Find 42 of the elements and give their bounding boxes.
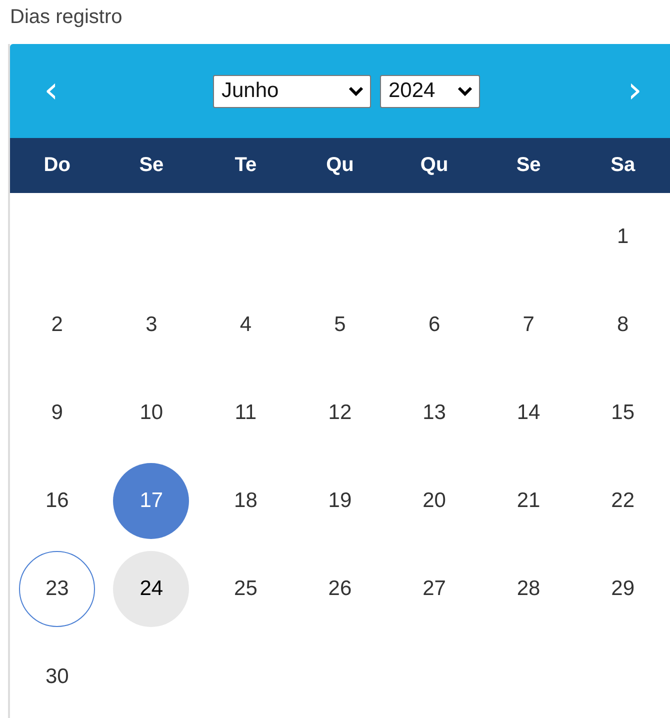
calendar-day[interactable]: 19 [302, 463, 378, 539]
calendar-day[interactable]: 20 [396, 463, 472, 539]
month-dropdown[interactable]: Junho [212, 74, 370, 108]
calendar-day[interactable]: 25 [208, 551, 284, 627]
calendar-day[interactable]: 15 [584, 375, 661, 451]
year-dropdown[interactable]: 2024 [380, 74, 480, 108]
calendar-day[interactable]: 12 [302, 375, 378, 451]
calendar-day[interactable]: 3 [113, 287, 190, 363]
field-label: Dias registro [10, 5, 122, 29]
calendar-day[interactable]: 2 [19, 287, 96, 363]
calendar-day[interactable]: 1 [584, 199, 661, 275]
calendar-day[interactable]: 17 [113, 463, 190, 539]
calendar-day[interactable]: 30 [19, 639, 96, 715]
calendar-day[interactable]: 10 [113, 375, 190, 451]
calendar-day[interactable]: 27 [396, 551, 472, 627]
calendar-day[interactable]: 7 [490, 287, 567, 363]
calendar-day[interactable]: 16 [19, 463, 96, 539]
calendar-day[interactable]: 24 [113, 551, 190, 627]
chevron-down-icon [348, 85, 364, 97]
calendar-day[interactable]: 6 [396, 287, 472, 363]
calendar-day[interactable]: 9 [19, 375, 96, 451]
calendar-day[interactable]: 22 [584, 463, 661, 539]
calendar-day[interactable]: 14 [490, 375, 567, 451]
weekday-label: Se [516, 154, 541, 177]
calendar-day[interactable]: 5 [302, 287, 378, 363]
weekday-label: Se [139, 154, 164, 177]
calendar-day[interactable]: 26 [302, 551, 378, 627]
calendar-day[interactable]: 29 [584, 551, 661, 627]
calendar-day[interactable]: 18 [208, 463, 284, 539]
weekday-label: Qu [420, 154, 448, 177]
weekday-label: Sa [610, 154, 636, 177]
calendar-day[interactable]: 8 [584, 287, 661, 363]
calendar-day[interactable]: 28 [490, 551, 567, 627]
calendar-day[interactable]: 23 [19, 551, 96, 627]
calendar-day[interactable]: 11 [208, 375, 284, 451]
chevron-down-icon [456, 85, 472, 97]
calendar-day[interactable]: 4 [208, 287, 284, 363]
weekday-label: Do [44, 154, 70, 177]
calendar-day[interactable]: 21 [490, 463, 567, 539]
weekday-label: Te [234, 154, 257, 177]
weekday-label: Qu [326, 154, 354, 177]
calendar-day[interactable]: 13 [396, 375, 472, 451]
